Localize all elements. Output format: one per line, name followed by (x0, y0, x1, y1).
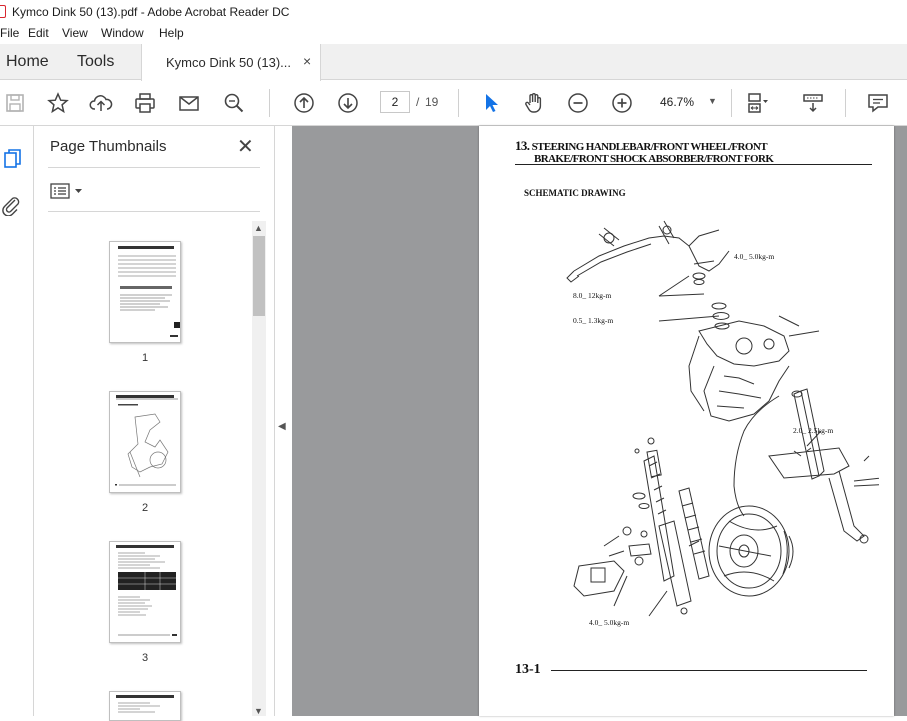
thumbnail-page-3[interactable] (109, 541, 181, 643)
tab-tools[interactable]: Tools (77, 53, 114, 71)
toolbar: 2 / 19 46.7% ▼ (0, 81, 907, 126)
menu-edit[interactable]: Edit (28, 26, 49, 40)
page-heading: 13. STEERING HANDLEBAR/FRONT WHEEL/FRONT… (515, 138, 774, 165)
tab-home[interactable]: Home (6, 53, 49, 71)
menu-file[interactable]: File (0, 26, 19, 40)
total-pages: 19 (425, 95, 439, 109)
page-down-icon[interactable] (335, 90, 361, 116)
zoom-level[interactable]: 46.7% (660, 95, 694, 109)
window-title: Kymco Dink 50 (13).pdf - Adobe Acrobat R… (12, 5, 290, 19)
zoom-search-icon[interactable] (221, 90, 247, 116)
page-separator: / (416, 95, 420, 109)
fit-page-icon[interactable] (744, 90, 770, 116)
toolbar-divider (458, 89, 459, 117)
upload-cloud-icon[interactable] (88, 90, 114, 116)
page-4-preview (116, 695, 174, 713)
menu-window[interactable]: Window (101, 26, 144, 40)
title-bar: Kymco Dink 50 (13).pdf - Adobe Acrobat R… (0, 0, 907, 24)
toolbar-divider (269, 89, 270, 117)
bookmark-star-icon[interactable] (45, 90, 71, 116)
page-1-preview (118, 246, 180, 337)
document-tab-label: Kymco Dink 50 (13)... (166, 55, 291, 70)
zoom-out-icon[interactable] (565, 90, 591, 116)
thumbnail-scrollbar-thumb[interactable] (253, 236, 265, 316)
pdf-page: 13. STEERING HANDLEBAR/FRONT WHEEL/FRONT… (479, 126, 894, 716)
scroll-down-icon[interactable]: ▼ (254, 706, 263, 716)
panel-divider (48, 167, 260, 168)
mail-icon[interactable] (176, 90, 202, 116)
current-page-input[interactable]: 2 (380, 91, 410, 113)
page-thumbnails-panel: Page Thumbnails ✕ 1 2 3 ▲ ▼ (34, 126, 274, 721)
zoom-in-icon[interactable] (609, 90, 635, 116)
schematic-subheading: SCHEMATIC DRAWING (524, 188, 626, 198)
toolbar-divider (845, 89, 846, 117)
tab-bar: Home Tools (0, 44, 907, 80)
page-3-preview (116, 545, 177, 636)
save-icon[interactable] (2, 90, 28, 116)
thumbnail-label-2: 2 (141, 502, 149, 514)
thumbnail-options-button[interactable] (50, 181, 90, 201)
torque-label-1: 4.0_ 5.0kg-m (734, 252, 775, 261)
tab-document[interactable]: Kymco Dink 50 (13)... × (141, 44, 321, 81)
thumbnail-page-1[interactable] (109, 241, 181, 343)
close-tab-icon[interactable]: × (303, 53, 311, 69)
footer-rule (551, 670, 867, 671)
hand-icon[interactable] (521, 90, 547, 116)
page-up-icon[interactable] (291, 90, 317, 116)
page-thumbnails-icon[interactable] (3, 148, 23, 170)
thumbnail-page-4[interactable] (109, 691, 181, 721)
acrobat-app-icon (0, 5, 6, 18)
panel-splitter[interactable]: ◀ (274, 126, 292, 716)
select-arrow-icon[interactable] (478, 90, 504, 116)
zoom-dropdown-icon[interactable]: ▼ (708, 96, 717, 106)
attachment-paperclip-icon[interactable] (0, 194, 22, 217)
print-icon[interactable] (132, 90, 158, 116)
comment-icon[interactable] (865, 90, 891, 116)
close-panel-icon[interactable]: ✕ (237, 134, 254, 159)
torque-label-3: 0.5_ 1.3kg-m (573, 316, 614, 325)
scroll-mode-icon[interactable] (800, 90, 826, 116)
thumbnail-label-3: 3 (141, 652, 149, 664)
scroll-up-icon[interactable]: ▲ (254, 223, 263, 233)
panel-divider (48, 211, 260, 212)
navigation-rail (0, 126, 34, 716)
page-number: 13-1 (515, 662, 541, 677)
toolbar-divider (731, 89, 732, 117)
collapse-panel-icon[interactable]: ◀ (278, 421, 286, 432)
panel-title: Page Thumbnails (50, 138, 167, 155)
heading-line-1: STEERING HANDLEBAR/FRONT WHEEL/FRONT (531, 141, 768, 153)
menu-help[interactable]: Help (159, 26, 184, 40)
menu-bar: File Edit View Window Help (0, 24, 907, 44)
heading-rule (515, 164, 872, 165)
torque-label-5: 4.0_ 5.0kg-m (589, 618, 630, 627)
thumbnail-page-2[interactable] (109, 391, 181, 493)
torque-label-2: 8.0_ 12kg-m (573, 291, 612, 300)
torque-label-4: 2.0_ 2.5kg-m (793, 426, 834, 435)
thumbnail-label-1: 1 (141, 352, 149, 364)
page-2-preview (115, 395, 178, 486)
menu-view[interactable]: View (62, 26, 88, 40)
heading-number: 13. (515, 138, 530, 153)
